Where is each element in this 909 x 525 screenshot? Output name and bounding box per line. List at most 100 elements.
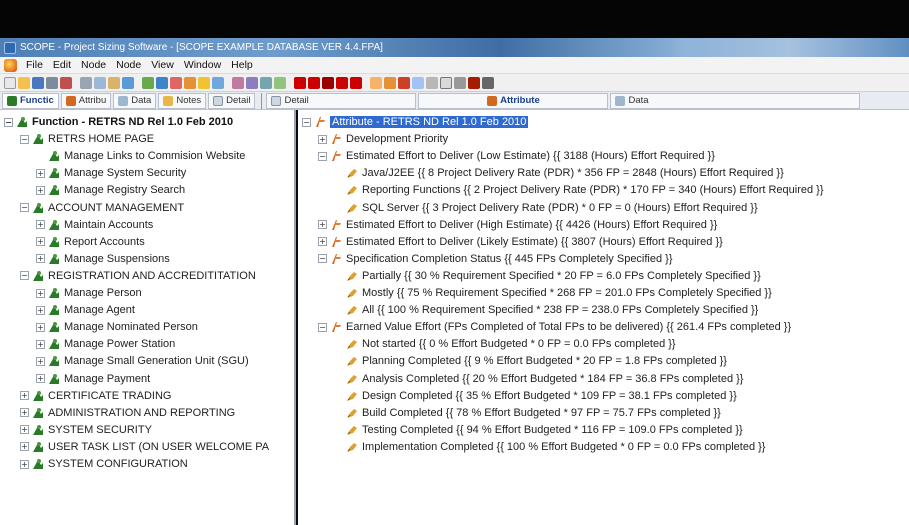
function-tree-item[interactable]: + Manage Nominated Person (36, 319, 198, 335)
tree-root-function[interactable]: − Function - RETRS ND Rel 1.0 Feb 2010 (4, 114, 233, 130)
attribute-tree-item[interactable]: − Estimated Effort to Deliver (Low Estima… (318, 148, 715, 164)
tree-root-attribute[interactable]: − Attribute - RETRS ND Rel 1.0 Feb 2010 (302, 114, 529, 130)
tree-expander[interactable]: + (36, 356, 45, 366)
function-tree-item[interactable]: + Manage Agent (36, 302, 135, 318)
attribute-value-item[interactable]: All {{ 100 % Requirement Specified * 238… (334, 302, 758, 318)
flag-red-icon-4[interactable] (350, 76, 362, 89)
tree-expander[interactable]: + (36, 288, 45, 298)
demote-icon[interactable] (212, 76, 224, 89)
function-tree-item[interactable]: + Manage Suspensions (36, 251, 170, 267)
function-tree-item[interactable]: − ACCOUNT MANAGEMENT (20, 200, 184, 216)
function-tree-item[interactable]: + SYSTEM CONFIGURATION (20, 456, 188, 472)
pane-splitter[interactable] (261, 92, 263, 109)
attribute-value-item[interactable]: Design Completed {{ 35 % Effort Budgeted… (334, 388, 737, 404)
tree-expander[interactable]: + (20, 408, 29, 418)
attribute-value-item[interactable]: Analysis Completed {{ 20 % Effort Budget… (334, 371, 743, 387)
function-tree-item[interactable]: + Manage Power Station (36, 336, 175, 352)
menu-help[interactable]: Help (226, 59, 258, 71)
tree-expander[interactable]: + (20, 425, 29, 435)
zoom-out-icon[interactable] (274, 76, 286, 89)
tree-expander[interactable]: − (318, 322, 327, 332)
tab-notes[interactable]: Notes (158, 92, 207, 109)
edit-icon[interactable] (142, 76, 154, 89)
tab-detail[interactable]: Detail (208, 92, 256, 109)
tree-expander[interactable]: − (318, 254, 327, 264)
menu-window[interactable]: Window (179, 59, 226, 71)
attribute-value-item[interactable]: Not started {{ 0 % Effort Budgeted * 0 F… (334, 336, 676, 352)
chart-icon[interactable] (370, 76, 382, 89)
menu-view[interactable]: View (146, 59, 179, 71)
flag-red-icon-2[interactable] (308, 76, 320, 89)
attribute-tree-pane[interactable]: − Attribute - RETRS ND Rel 1.0 Feb 2010 + D… (298, 110, 909, 525)
tree-expander[interactable]: + (318, 134, 327, 144)
function-tree-item[interactable]: + SYSTEM SECURITY (20, 422, 152, 438)
menu-edit[interactable]: Edit (48, 59, 76, 71)
attribute-value-item[interactable]: Implementation Completed {{ 100 % Effort… (334, 439, 765, 455)
tool-icon-a[interactable] (232, 76, 244, 89)
tab-data[interactable]: Data (113, 92, 157, 109)
function-tree-item[interactable]: + Maintain Accounts (36, 217, 153, 233)
function-tree-item[interactable]: Manage Links to Commision Website (36, 148, 245, 164)
attribute-value-item[interactable]: SQL Server {{ 3 Project Delivery Rate (P… (334, 200, 758, 216)
function-tree-item[interactable]: + USER TASK LIST (ON USER WELCOME PA (20, 439, 269, 455)
function-tree-item[interactable]: + Manage Registry Search (36, 182, 185, 198)
tree-expander[interactable]: + (36, 237, 45, 247)
menu-file[interactable]: File (21, 59, 48, 71)
open-folder-icon[interactable] (18, 76, 30, 89)
print-icon[interactable] (46, 76, 58, 89)
attribute-tree-item[interactable]: + Estimated Effort to Deliver (Likely Est… (318, 234, 723, 250)
tree-expander[interactable]: + (36, 339, 45, 349)
tab-function[interactable]: Functic (2, 92, 59, 109)
attribute-tree-item[interactable]: − Earned Value Effort (FPs Completed of T… (318, 319, 791, 335)
tree-expander[interactable]: + (36, 168, 45, 178)
attribute-value-item[interactable]: Testing Completed {{ 94 % Effort Budgete… (334, 422, 743, 438)
attribute-tree-item[interactable]: − Specification Completion Status {{ 445 … (318, 251, 673, 267)
menu-node[interactable]: Node (76, 59, 111, 71)
function-tree-item[interactable]: + Manage System Security (36, 165, 186, 181)
flag-dark-icon[interactable] (322, 76, 334, 89)
tree-expander[interactable]: + (36, 254, 45, 264)
attribute-tree-item[interactable]: + Development Priority (318, 131, 448, 147)
attribute-value-item[interactable]: Planning Completed {{ 9 % Effort Budgete… (334, 353, 727, 369)
tree-expander[interactable]: + (20, 459, 29, 469)
format-icon[interactable] (122, 76, 134, 89)
window-menu-icon[interactable] (4, 58, 17, 72)
attribute-value-item[interactable]: Reporting Functions {{ 2 Project Deliver… (334, 182, 824, 198)
home-icon[interactable] (60, 76, 72, 89)
tree-expander[interactable]: + (36, 185, 45, 195)
tree-expander[interactable]: + (36, 374, 45, 383)
function-tree-item[interactable]: − RETRS HOME PAGE (20, 131, 154, 147)
function-tree-item[interactable]: + ADMINISTRATION AND REPORTING (20, 405, 235, 421)
flag-red-icon[interactable] (294, 76, 306, 89)
function-tree-item[interactable]: + CERTIFICATE TRADING (20, 388, 171, 404)
attribute-value-item[interactable]: Partially {{ 30 % Requirement Specified … (334, 268, 761, 284)
tab-right-detail[interactable]: Detail (266, 92, 417, 109)
tree-expander[interactable]: + (36, 220, 45, 230)
attribute-value-item[interactable]: Java/J2EE {{ 8 Project Delivery Rate (PD… (334, 165, 784, 181)
attribute-value-item[interactable]: Mostly {{ 75 % Requirement Specified * 2… (334, 285, 772, 301)
tree-expander[interactable]: + (36, 322, 45, 332)
down-icon[interactable] (184, 76, 196, 89)
function-tree-item[interactable]: + Report Accounts (36, 234, 145, 250)
tree-expander[interactable]: − (20, 134, 29, 144)
flag-red-icon-3[interactable] (336, 76, 348, 89)
function-tree-item[interactable]: − REGISTRATION AND ACCREDITITATION (20, 268, 256, 284)
tree-expander[interactable]: + (20, 391, 29, 401)
promote-icon[interactable] (198, 76, 210, 89)
attribute-value-item[interactable]: Build Completed {{ 78 % Effort Budgeted … (334, 405, 721, 421)
cut-icon[interactable] (80, 76, 92, 89)
tab-right-data[interactable]: Data (610, 92, 861, 109)
report-icon[interactable] (412, 76, 424, 89)
function-tree-item[interactable]: + Manage Payment (36, 371, 150, 387)
sum-icon[interactable] (468, 76, 480, 89)
paste-icon[interactable] (108, 76, 120, 89)
zoom-in-icon[interactable] (260, 76, 272, 89)
link-icon[interactable] (426, 76, 438, 89)
function-tree-item[interactable]: + Manage Person (36, 285, 142, 301)
tool-icon-b[interactable] (246, 76, 258, 89)
copy-icon[interactable] (94, 76, 106, 89)
tree-expander[interactable]: + (36, 305, 45, 315)
tree-expander[interactable]: − (20, 203, 29, 212)
new-icon[interactable] (4, 76, 16, 89)
function-tree-pane[interactable]: − Function - RETRS ND Rel 1.0 Feb 2010− RE… (0, 110, 296, 525)
